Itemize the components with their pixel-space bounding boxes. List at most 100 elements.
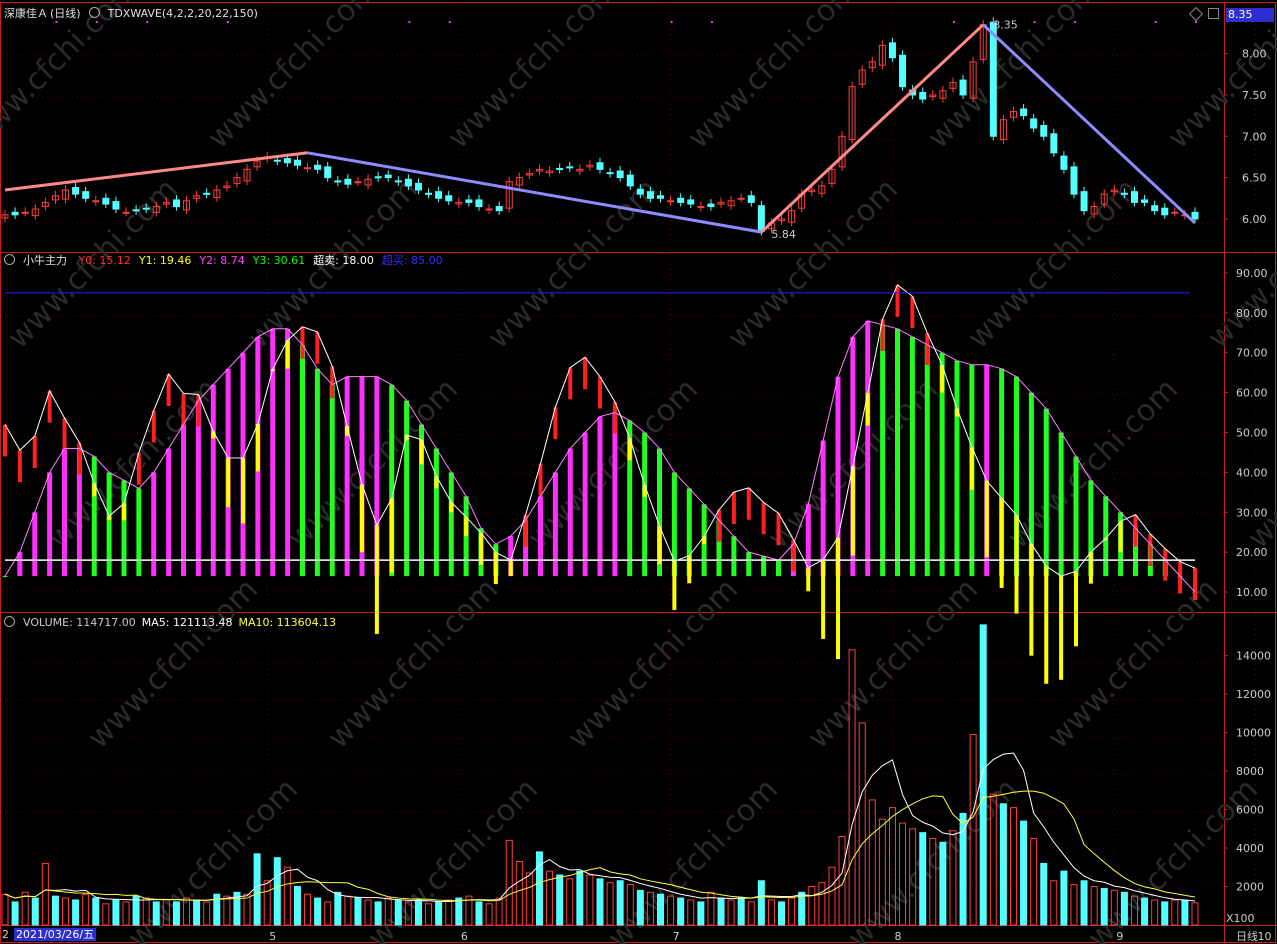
- osc-fast-bar: [62, 417, 67, 450]
- candle-body: [1040, 125, 1048, 137]
- wave-point-label: 5.84: [771, 228, 796, 241]
- candle-body: [142, 207, 150, 210]
- wave-point-label: 8.35: [993, 19, 1018, 32]
- volume-bar: [616, 880, 624, 926]
- volume-bar: [62, 897, 70, 926]
- candle-body: [1070, 166, 1078, 195]
- candle-body: [677, 197, 685, 203]
- osc-fast-bar: [925, 332, 930, 365]
- window-restore-icon[interactable]: [1208, 8, 1219, 19]
- x-tick-label: 6: [461, 930, 468, 943]
- candle-body: [1020, 108, 1028, 117]
- volume-bar: [475, 901, 483, 926]
- volume-bar: [1060, 870, 1068, 926]
- candle-body: [112, 201, 120, 210]
- signal-dot: [1154, 21, 1157, 23]
- osc-band-bar: [954, 360, 960, 577]
- candle-body: [596, 162, 604, 170]
- candle-body: [707, 203, 715, 208]
- settings-circle-icon[interactable]: [88, 7, 100, 18]
- volume-bar: [1191, 902, 1199, 926]
- osc-band-bar: [895, 328, 900, 577]
- osc-fast-bar: [1163, 548, 1168, 581]
- osc-fast-bar: [315, 331, 320, 364]
- osc-fast-bar: [1133, 514, 1138, 547]
- candle-body: [919, 91, 927, 100]
- osc-band-bar: [746, 552, 752, 577]
- candle-body: [989, 21, 997, 137]
- candle-body: [425, 192, 433, 195]
- period-label-footer[interactable]: 日线: [1236, 928, 1258, 944]
- osc-band-bar: [433, 448, 439, 577]
- volume-bar: [556, 874, 564, 926]
- volume-bar: [1080, 880, 1088, 926]
- candle-body: [1030, 118, 1038, 129]
- indicator-name: 小牛主力: [23, 254, 67, 267]
- settings-circle-icon[interactable]: [4, 616, 15, 627]
- volume-bar: [939, 841, 947, 926]
- candle-body: [384, 174, 392, 179]
- candle-body: [636, 188, 644, 195]
- stock-chart[interactable]: 5 6 7 8 9 10 www.cfchi.com www.cfchi.com www.cf…: [0, 0, 1277, 944]
- volume-bar: [727, 899, 735, 926]
- osc-fast-bar: [1059, 576, 1064, 680]
- osc-fast-bar: [1014, 515, 1019, 614]
- osc-fast-bar: [806, 567, 811, 592]
- wave-segment: [982, 23, 1197, 225]
- x-tick-label: 5: [269, 930, 276, 943]
- candle-body: [334, 180, 342, 183]
- candle-body: [293, 159, 301, 166]
- volume-bar: [314, 897, 322, 926]
- y-tick-label: 30.00: [1236, 506, 1268, 519]
- candle-body: [11, 211, 19, 216]
- stock-name: 深康佳Ａ: [4, 7, 48, 20]
- candle-body: [404, 178, 412, 187]
- y-tick-label: 6.00: [1242, 213, 1267, 226]
- osc-fast-bar: [583, 357, 588, 390]
- y-tick-label: 6.50: [1242, 172, 1267, 185]
- legend-ma5: MA5: 121113.48: [141, 616, 233, 629]
- volume-bar: [697, 901, 705, 926]
- y-tick-label: 90.00: [1236, 267, 1268, 280]
- y-tick-label: 10.00: [1236, 586, 1268, 599]
- volume-bar: [858, 722, 866, 926]
- osc-fast-bar: [746, 487, 751, 520]
- volume-bar: [767, 899, 775, 926]
- volume-bar: [324, 901, 332, 926]
- osc-band-bar: [865, 320, 871, 577]
- legend-volume: VOLUME: 114717.00: [23, 616, 136, 629]
- osc-band-bar: [62, 448, 67, 577]
- osc-fast-bar: [612, 401, 617, 434]
- volume-bar: [919, 832, 927, 926]
- candle-body: [374, 176, 382, 179]
- candle-body: [122, 211, 130, 214]
- volume-bar: [535, 851, 543, 926]
- candle-body: [1130, 191, 1138, 203]
- price-axis: 6.00 6.50 7.00 7.50 8.00 10.00 20.00 30.00 40.00…: [1224, 48, 1271, 894]
- osc-band-bar: [2, 576, 8, 578]
- candle-body: [888, 42, 896, 59]
- y-tick-label: 6000: [1236, 804, 1264, 817]
- osc-fast-bar: [226, 457, 231, 508]
- osc-band-bar: [776, 560, 781, 577]
- candle-body: [435, 191, 443, 199]
- volume-bar: [828, 866, 836, 926]
- osc-band-bar: [181, 424, 186, 577]
- watermark-text: www.cfchi.com: [321, 572, 505, 756]
- signal-dot: [710, 21, 713, 23]
- candle-body: [606, 172, 614, 175]
- volume-bar: [515, 861, 523, 926]
- volume-bar: [747, 901, 755, 926]
- watermark-text: www.cfchi.com: [81, 572, 265, 756]
- osc-fast-bar: [910, 296, 915, 329]
- osc-band-bar: [1058, 432, 1064, 577]
- volume-bar: [82, 893, 90, 926]
- legend-y1: Y1: 19.46: [138, 254, 192, 267]
- settings-circle-icon[interactable]: [4, 254, 15, 265]
- volume-bar: [798, 891, 806, 926]
- osc-band-bar: [166, 448, 172, 577]
- osc-band-bar: [32, 512, 38, 577]
- candle-body: [616, 170, 624, 179]
- y-tick-label: 12000: [1236, 688, 1271, 701]
- legend-ma10: MA10: 113604.13: [238, 616, 337, 629]
